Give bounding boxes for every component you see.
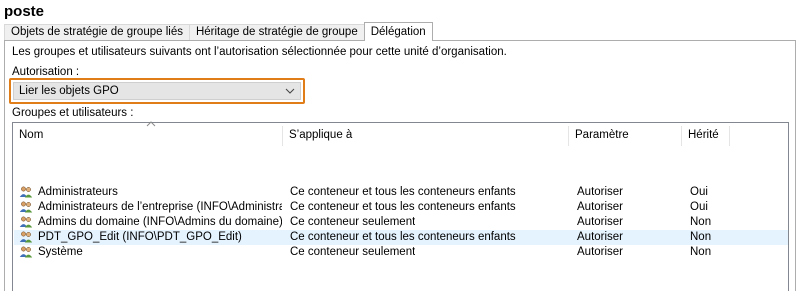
permission-value: Lier les objets GPO: [19, 85, 119, 97]
row-inherited: Oui: [690, 186, 708, 198]
group-icon: [19, 201, 33, 213]
row-inherited: Non: [690, 216, 712, 228]
list-item[interactable]: Système Ce conteneur seulement Autoriser No…: [14, 245, 788, 260]
row-setting: Autoriser: [577, 186, 624, 198]
chevron-down-icon: [285, 83, 295, 102]
row-setting: Autoriser: [577, 201, 624, 213]
row-name: Système: [38, 246, 83, 258]
group-icon: [19, 231, 33, 243]
row-name: PDT_GPO_Edit (INFO\PDT_GPO_Edit): [38, 231, 242, 243]
group-icon: [19, 246, 33, 258]
row-setting: Autoriser: [577, 246, 624, 258]
tab-delegation[interactable]: Délégation: [363, 22, 433, 41]
permission-dropdown[interactable]: Lier les objets GPO: [13, 82, 301, 100]
row-applies-to: Ce conteneur et tous les conteneurs enfa…: [290, 231, 516, 243]
row-setting: Autoriser: [577, 231, 624, 243]
column-header-name[interactable]: Nom: [13, 126, 283, 146]
row-applies-to: Ce conteneur et tous les conteneurs enfa…: [290, 186, 516, 198]
window-title: poste: [4, 3, 45, 20]
group-icon: [19, 216, 33, 228]
column-header-inherited[interactable]: Hérité: [682, 126, 730, 146]
row-inherited: Non: [690, 231, 712, 243]
list-header: Nom S’applique à Paramètre Hérité: [13, 126, 788, 146]
column-header-setting[interactable]: Paramètre: [569, 126, 682, 146]
permission-highlight: Lier les objets GPO: [9, 78, 305, 104]
row-inherited: Oui: [690, 201, 708, 213]
list-item[interactable]: PDT_GPO_Edit (INFO\PDT_GPO_Edit) Ce conte…: [14, 230, 788, 245]
list-item[interactable]: Administrateurs de l’entreprise (INFO\Ad…: [14, 200, 788, 215]
list-item[interactable]: Admins du domaine (INFO\Admins du domain…: [14, 215, 788, 230]
row-applies-to: Ce conteneur seulement: [290, 246, 416, 258]
row-inherited: Non: [690, 246, 712, 258]
delegation-panel: Les groupes et utilisateurs suivants ont…: [4, 40, 796, 291]
group-icon: [19, 186, 33, 198]
groups-users-list[interactable]: Nom S’applique à Paramètre Hérité Admini…: [12, 121, 789, 291]
column-header-applies-to[interactable]: S’applique à: [283, 126, 569, 146]
row-name: Administrateurs: [38, 186, 118, 198]
tab-bar: Objets de stratégie de groupe liés Hérit…: [4, 22, 433, 41]
row-setting: Autoriser: [577, 216, 624, 228]
row-name: Admins du domaine (INFO\Admins du domain…: [38, 216, 282, 228]
groups-users-label: Groupes et utilisateurs :: [12, 107, 134, 119]
delegation-description: Les groupes et utilisateurs suivants ont…: [12, 46, 507, 58]
row-applies-to: Ce conteneur et tous les conteneurs enfa…: [290, 201, 516, 213]
tab-linked-gpos[interactable]: Objets de stratégie de groupe liés: [4, 24, 190, 41]
row-applies-to: Ce conteneur seulement: [290, 216, 416, 228]
tab-gpo-inheritance[interactable]: Héritage de stratégie de groupe: [188, 24, 365, 41]
permission-label: Autorisation :: [12, 66, 80, 78]
row-name: Administrateurs de l’entreprise (INFO\Ad…: [38, 201, 282, 213]
list-item[interactable]: Administrateurs Ce conteneur et tous les …: [14, 185, 788, 200]
